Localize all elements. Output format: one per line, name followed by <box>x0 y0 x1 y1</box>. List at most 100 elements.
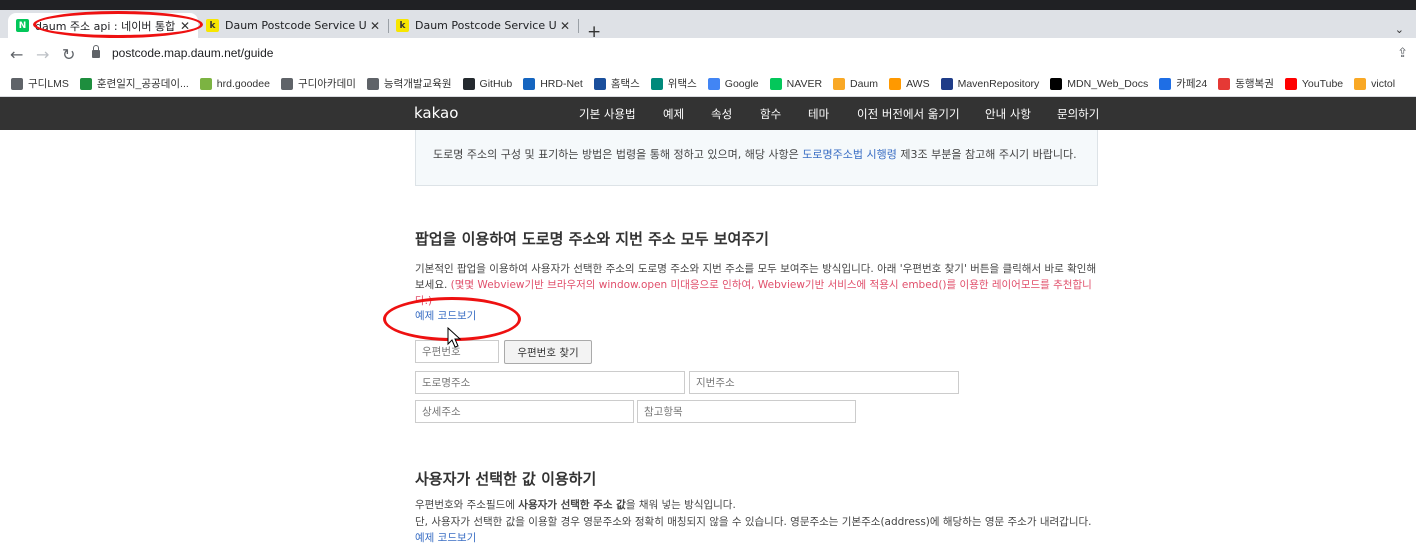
hometax-icon <box>593 77 606 90</box>
bold-text-span: 사용자가 선택한 주소 값 <box>518 499 626 511</box>
nav-basic-usage[interactable]: 기본 사용법 <box>579 106 636 122</box>
close-icon[interactable]: ✕ <box>370 19 380 33</box>
bookmark-label: 능력개발교육원 <box>383 78 452 90</box>
lock-icon[interactable] <box>92 45 100 58</box>
bookmark-item[interactable]: MDN_Web_Docs <box>1050 77 1148 90</box>
section-description: 기본적인 팝업을 이용하여 사용자가 선택한 주소의 도로명 주소와 지번 주소… <box>415 261 1100 309</box>
tab-daum-postcode-2[interactable]: k Daum Postcode Service User Guide ✕ <box>388 13 579 38</box>
section2-line2: 단, 사용자가 선택한 값을 이용할 경우 영문주소와 정확히 매칭되지 않을 … <box>415 514 1100 546</box>
notice-box: 도로명 주소의 구성 및 표기하는 방법은 법령을 통해 정하고 있으며, 해당… <box>415 130 1098 186</box>
bookmark-item[interactable]: Google <box>707 77 759 90</box>
nav-migration[interactable]: 이전 버전에서 옮기기 <box>857 106 960 122</box>
bookmark-item[interactable]: hrd.goodee <box>199 77 270 90</box>
road-address-input[interactable]: 도로명주소 <box>415 371 685 394</box>
bookmark-label: hrd.goodee <box>216 77 270 90</box>
bookmark-label: YouTube <box>1301 77 1344 90</box>
google-icon <box>707 77 720 90</box>
plus-icon <box>79 77 92 90</box>
jibun-address-input[interactable]: 지번주소 <box>689 371 959 394</box>
bookmark-label: 위택스 <box>667 78 697 90</box>
daum-icon <box>833 77 846 90</box>
bookmark-label: 훈련일지_공공데이... <box>96 78 189 90</box>
bookmark-item[interactable]: 구디LMS <box>11 76 69 91</box>
nav-notice[interactable]: 안내 사항 <box>985 106 1031 122</box>
tab-daum-postcode-1[interactable]: k Daum Postcode Service User Guide ✕ <box>198 13 389 38</box>
globe-icon <box>366 77 379 90</box>
notice-text: 도로명 주소의 구성 및 표기하는 방법은 법령을 통해 정하고 있으며, 해당… <box>433 148 803 161</box>
close-icon[interactable]: ✕ <box>560 19 570 33</box>
section2-line1: 우편번호와 주소필드에 사용자가 선택한 주소 값을 채워 넣는 방식입니다. <box>415 497 1100 513</box>
bookmark-item[interactable]: Daum <box>833 77 879 90</box>
v-icon <box>1354 77 1367 90</box>
share-icon[interactable]: ⇪ <box>1397 46 1408 61</box>
kakao-logo[interactable]: kakao <box>414 104 458 122</box>
notice-law-link[interactable]: 도로명주소법 시행령 <box>802 148 897 161</box>
notice-text-end: 제3조 부분을 참고해 주시기 바랍니다. <box>896 148 1077 161</box>
github-icon <box>462 77 475 90</box>
bookmark-item[interactable]: HRD-Net <box>523 77 583 90</box>
bookmark-item[interactable]: AWS <box>889 77 930 90</box>
bookmark-item[interactable]: 능력개발교육원 <box>366 76 452 91</box>
bookmark-item[interactable]: victol <box>1354 77 1396 90</box>
reload-icon[interactable]: ↻ <box>62 45 75 64</box>
bookmark-label: MavenRepository <box>957 77 1040 90</box>
nav-themes[interactable]: 테마 <box>808 106 829 122</box>
section-title-selected-value: 사용자가 선택한 값 이용하기 <box>415 470 597 488</box>
kakao-favicon-icon: k <box>206 19 219 32</box>
globe-icon <box>280 77 293 90</box>
tab-bar: N daum 주소 api : 네이버 통합검색 ✕ k Daum Postco… <box>0 10 1416 42</box>
bookmark-label: 구디LMS <box>28 78 69 90</box>
mouse-cursor-icon <box>447 327 462 348</box>
wetax-icon <box>650 77 663 90</box>
text-span: 을 채워 넣는 방식입니다. <box>625 499 736 511</box>
bookmark-item[interactable]: NAVER <box>769 77 823 90</box>
hrd-icon <box>523 77 536 90</box>
bookmark-item[interactable]: MavenRepository <box>940 77 1040 90</box>
find-postcode-button[interactable]: 우편번호 찾기 <box>504 340 592 364</box>
example-code-link-2[interactable]: 예제 코드보기 <box>415 532 476 544</box>
bookmark-item[interactable]: 구디아카데미 <box>280 76 356 91</box>
bookmark-label: victol <box>1371 77 1396 90</box>
bookmark-label: Daum <box>850 77 879 90</box>
back-arrow-icon[interactable]: ← <box>10 45 23 64</box>
globe-icon <box>11 77 23 90</box>
webview-warning: (몇몇 Webview기반 브라우저의 window.open 미대응으로 인하… <box>415 279 1092 307</box>
bookmark-item[interactable]: 위택스 <box>650 76 697 91</box>
detail-address-input[interactable]: 상세주소 <box>415 400 634 423</box>
youtube-icon <box>1284 77 1297 90</box>
forward-arrow-icon[interactable]: → <box>36 45 49 64</box>
bookmark-label: 동행복권 <box>1235 78 1274 90</box>
bookmark-item[interactable]: 홈택스 <box>593 76 640 91</box>
bookmark-item[interactable]: 카페24 <box>1159 76 1207 91</box>
kakao-favicon-icon: k <box>396 19 409 32</box>
tab-separator <box>578 19 579 33</box>
naver-favicon-icon: N <box>16 19 29 32</box>
mdn-icon <box>1050 77 1063 90</box>
extra-address-input[interactable]: 참고항목 <box>637 400 856 423</box>
nav-contact[interactable]: 문의하기 <box>1057 106 1099 122</box>
bookmark-item[interactable]: 훈련일지_공공데이... <box>79 76 189 91</box>
aws-icon <box>889 77 902 90</box>
bookmark-item[interactable]: GitHub <box>462 77 513 90</box>
bookmark-label: HRD-Net <box>540 77 583 90</box>
bookmark-item[interactable]: YouTube <box>1284 77 1344 90</box>
bookmark-label: GitHub <box>479 77 513 90</box>
url-field[interactable]: postcode.map.daum.net/guide <box>112 46 273 60</box>
bookmark-label: 홈택스 <box>610 78 640 90</box>
chevron-down-icon[interactable]: ⌄ <box>1395 23 1404 36</box>
window-top-strip <box>0 0 1416 10</box>
nav-examples[interactable]: 예제 <box>663 106 684 122</box>
maven-icon <box>940 77 953 90</box>
kakao-top-nav: kakao 기본 사용법 예제 속성 함수 테마 이전 버전에서 옮기기 안내 … <box>0 97 1416 130</box>
bookmark-item[interactable]: 동행복권 <box>1218 76 1274 91</box>
bookmark-label: NAVER <box>786 77 823 90</box>
naver-icon <box>769 77 782 90</box>
bookmark-label: AWS <box>906 77 930 90</box>
bookmarks-bar: 구디LMS 훈련일지_공공데이... hrd.goodee 구디아카데미 능력개발교육원… <box>0 71 1416 97</box>
cafe24-icon <box>1159 77 1172 90</box>
text-span: 우편번호와 주소필드에 <box>415 499 519 511</box>
nav-properties[interactable]: 속성 <box>711 106 732 122</box>
nav-functions[interactable]: 함수 <box>760 106 781 122</box>
address-bar-row: ← → ↻ postcode.map.daum.net/guide ⇪ <box>0 38 1416 71</box>
guide-content: 도로명 주소의 구성 및 표기하는 방법은 법령을 통해 정하고 있으며, 해당… <box>0 130 1416 545</box>
